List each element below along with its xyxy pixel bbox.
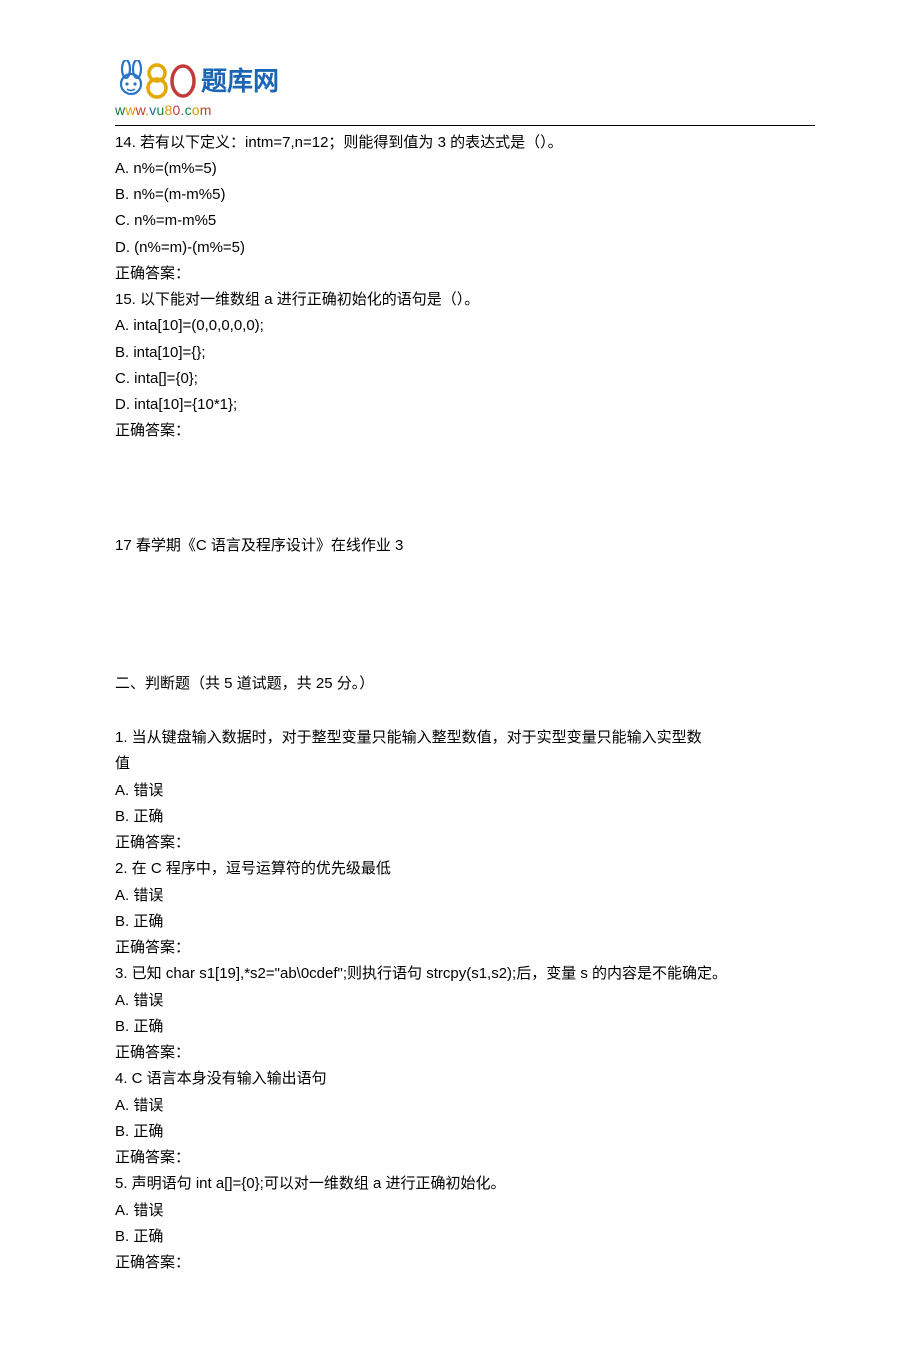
s2-q1-option-a: A. 错误 [115,778,815,804]
q15-stem: 15. 以下能对一维数组 a 进行正确初始化的语句是（）。 [115,287,815,313]
q14-option-b: B. n%=(m-m%5) [115,182,815,208]
q14-answer-label: 正确答案： [115,261,815,287]
spacer [115,445,815,533]
url-char: m [200,102,212,118]
s2-q4-answer-label: 正确答案： [115,1145,815,1171]
s2-q2-answer-label: 正确答案： [115,935,815,961]
s2-q3-option-b: B. 正确 [115,1014,815,1040]
header-divider [115,125,815,126]
s2-q4-stem: 4. C 语言本身没有输入输出语句 [115,1066,815,1092]
logo-url: www.vu80.com [115,98,815,123]
s2-q1-stem-line1: 1. 当从键盘输入数据时，对于整型变量只能输入整型数值，对于实型变量只能输入实型… [115,725,815,751]
q14-option-d: D. (n%=m)-(m%=5) [115,235,815,261]
s2-q3-option-a: A. 错误 [115,988,815,1014]
section2-header: 二、判断题（共 5 道试题，共 25 分。） [115,671,815,697]
url-char: w [125,102,135,118]
s2-q2-option-a: A. 错误 [115,883,815,909]
s2-q5-option-b: B. 正确 [115,1224,815,1250]
q15-answer-label: 正确答案： [115,418,815,444]
s2-q2-option-b: B. 正确 [115,909,815,935]
spacer [115,559,815,671]
s2-q3-answer-label: 正确答案： [115,1040,815,1066]
assignment-title: 17 春学期《C 语言及程序设计》在线作业 3 [115,533,815,559]
s2-q3-stem: 3. 已知 char s1[19],*s2="ab\0cdef";则执行语句 s… [115,961,815,987]
q15-option-d: D. inta[10]={10*1}; [115,392,815,418]
s2-q4-option-b: B. 正确 [115,1119,815,1145]
s2-q5-option-a: A. 错误 [115,1198,815,1224]
q14-option-a: A. n%=(m%=5) [115,156,815,182]
logo-svg: 题库网 [115,60,295,100]
url-char: c [185,102,192,118]
s2-q5-answer-label: 正确答案： [115,1250,815,1276]
s2-q1-answer-label: 正确答案： [115,830,815,856]
spacer [115,697,815,725]
url-char: w [136,102,146,118]
site-logo: 题库网 www.vu80.com [115,60,815,123]
s2-q5-stem: 5. 声明语句 int a[]={0};可以对一维数组 a 进行正确初始化。 [115,1171,815,1197]
logo-text-cn: 题库网 [201,67,279,96]
q15-option-a: A. inta[10]=(0,0,0,0,0); [115,313,815,339]
q14-option-c: C. n%=m-m%5 [115,208,815,234]
url-char: w [115,102,125,118]
document-body: 14. 若有以下定义：intm=7,n=12；则能得到值为 3 的表达式是（）。… [115,130,815,1277]
s2-q1-stem-line2: 值 [115,751,815,777]
q15-option-b: B. inta[10]={}; [115,340,815,366]
url-char: o [192,102,200,118]
q14-stem: 14. 若有以下定义：intm=7,n=12；则能得到值为 3 的表达式是（）。 [115,130,815,156]
s2-q1-option-b: B. 正确 [115,804,815,830]
s2-q2-stem: 2. 在 C 程序中，逗号运算符的优先级最低 [115,856,815,882]
s2-q4-option-a: A. 错误 [115,1093,815,1119]
q15-option-c: C. inta[]={0}; [115,366,815,392]
